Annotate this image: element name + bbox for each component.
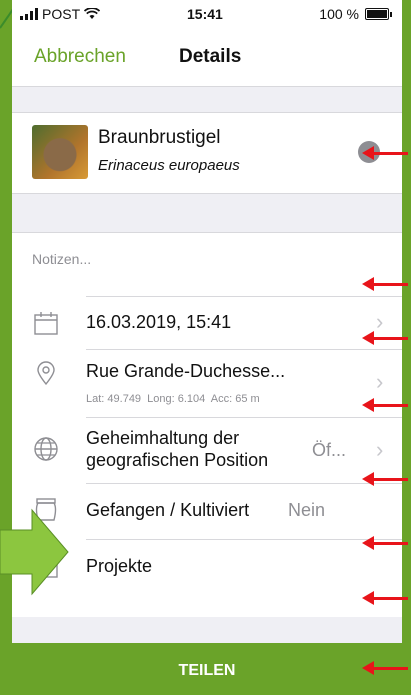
annotation-arrow xyxy=(362,536,408,550)
annotation-big-arrow xyxy=(0,508,69,596)
battery-nub xyxy=(390,11,392,17)
phone-screen: POST 15:41 100 % Abbrechen Details Braun… xyxy=(12,0,402,695)
cancel-button[interactable]: Abbrechen xyxy=(34,46,126,68)
screen: { "status": { "carrier": "POST", "time":… xyxy=(0,0,411,695)
chevron-right-icon: › xyxy=(376,437,384,462)
location-row[interactable]: Rue Grande-Duchesse... Lat: 49.749 Long:… xyxy=(12,349,402,417)
clock: 15:41 xyxy=(187,6,223,22)
status-bar: POST 15:41 100 % xyxy=(12,0,402,28)
captive-row[interactable]: Gefangen / Kultiviert Nein xyxy=(12,483,402,539)
location-coordinates: Lat: 49.749 Long: 6.104 Acc: 65 m xyxy=(86,393,260,405)
annotation-arrow xyxy=(362,661,408,675)
share-button[interactable]: TEILEN xyxy=(12,643,402,695)
privacy-label-line1: Geheimhaltung der xyxy=(86,428,240,448)
date-row[interactable]: 16.03.2019, 15:41 › xyxy=(12,296,402,349)
annotation-arrow xyxy=(362,591,408,605)
annotation-arrow xyxy=(362,331,408,345)
calendar-icon xyxy=(34,312,58,335)
captive-label: Gefangen / Kultiviert xyxy=(86,500,250,520)
captive-value: Nein xyxy=(288,500,326,520)
battery-icon xyxy=(365,8,389,20)
carrier-info: POST xyxy=(20,6,101,22)
navigation-bar: Abbrechen Details xyxy=(12,28,402,87)
species-common-name: Braunbrustigel xyxy=(98,127,221,148)
species-row[interactable]: Braunbrustigel Erinaceus europaeus ✓ xyxy=(12,112,402,194)
species-latin-name: Erinaceus europaeus xyxy=(98,157,240,174)
signal-icon xyxy=(20,8,38,20)
privacy-label-line2: geografischen Position xyxy=(86,450,269,470)
details-form: Notizen... 16.03.2019, 15:41 › Rue Grand… xyxy=(12,232,402,617)
projects-label: Projekte xyxy=(86,556,153,576)
annotation-arrow xyxy=(362,146,408,160)
page-title: Details xyxy=(179,46,242,67)
battery-status: 100 % xyxy=(319,6,392,22)
chevron-right-icon: › xyxy=(376,369,384,394)
globe-icon xyxy=(34,437,58,461)
location-name: Rue Grande-Duchesse... xyxy=(86,361,286,381)
projects-row[interactable]: Projekte xyxy=(12,539,402,595)
battery-percent: 100 % xyxy=(319,6,359,22)
privacy-row[interactable]: Geheimhaltung der geografischen Position… xyxy=(12,417,402,483)
carrier-name: POST xyxy=(42,6,81,22)
wifi-icon xyxy=(84,8,101,19)
annotation-arrow xyxy=(362,398,408,412)
annotation-arrow xyxy=(362,277,408,291)
notes-field[interactable]: Notizen... xyxy=(32,251,91,267)
location-pin-icon xyxy=(37,361,55,386)
annotation-arrow xyxy=(362,472,408,486)
date-value: 16.03.2019, 15:41 xyxy=(86,312,232,332)
privacy-value: Öf... xyxy=(312,440,347,460)
species-thumbnail xyxy=(32,125,88,179)
